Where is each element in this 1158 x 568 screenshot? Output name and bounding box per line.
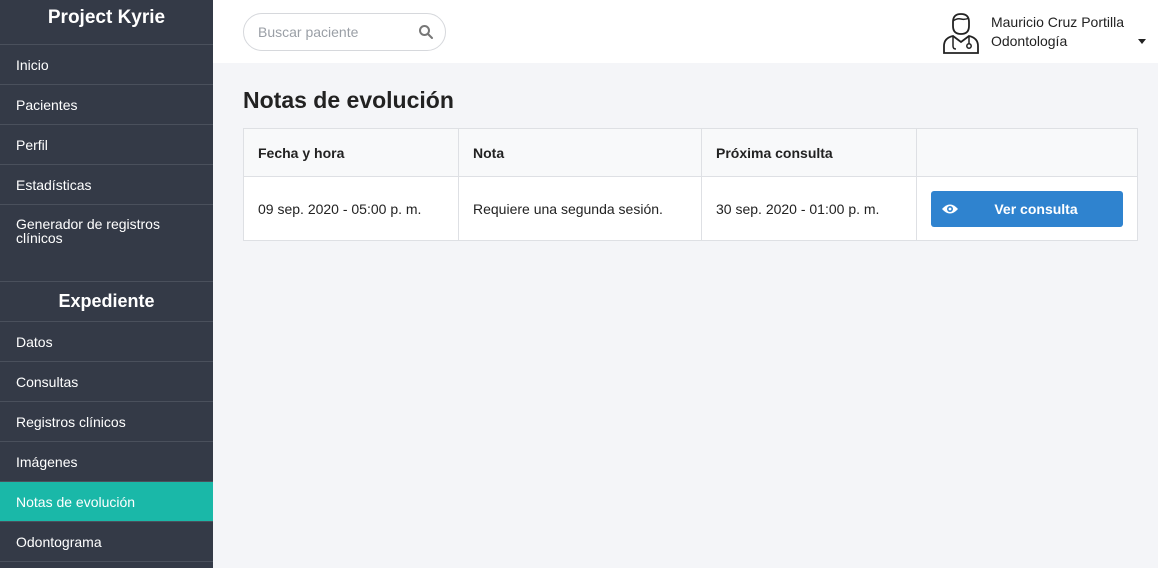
caret-down-icon[interactable] <box>1138 39 1146 44</box>
column-header-next: Próxima consulta <box>701 128 917 177</box>
sidebar-item-notas-evolucion[interactable]: Notas de evolución <box>0 482 213 522</box>
view-consultation-label: Ver consulta <box>994 200 1078 217</box>
page-title: Notas de evolución <box>243 87 454 113</box>
cell-note: Requiere una segunda sesión. <box>458 176 702 241</box>
sidebar-item-perfil[interactable]: Perfil <box>0 125 213 165</box>
doctor-avatar-icon <box>943 12 979 54</box>
sidebar-item-consultas[interactable]: Consultas <box>0 362 213 402</box>
sidebar-item-odontograma[interactable]: Odontograma <box>0 522 213 562</box>
brand-title: Project Kyrie <box>0 0 213 45</box>
content-area: Notas de evolución Fecha y hora Nota Pró… <box>213 63 1158 241</box>
sidebar-item-registros-clinicos[interactable]: Registros clínicos <box>0 402 213 442</box>
column-header-date: Fecha y hora <box>243 128 459 177</box>
sidebar: Project Kyrie Inicio Pacientes Perfil Es… <box>0 0 213 568</box>
column-header-actions <box>916 128 1138 177</box>
search-box <box>243 12 446 51</box>
column-header-note: Nota <box>458 128 702 177</box>
sidebar-item-datos[interactable]: Datos <box>0 322 213 362</box>
sidebar-item-generador[interactable]: Generador de registros clínicos <box>0 205 213 282</box>
user-menu[interactable]: Mauricio Cruz Portilla Odontología <box>941 10 1146 54</box>
sidebar-item-inicio[interactable]: Inicio <box>0 45 213 85</box>
eye-icon <box>942 204 958 213</box>
cell-next: 30 sep. 2020 - 01:00 p. m. <box>701 176 917 241</box>
user-name: Mauricio Cruz Portilla <box>990 13 1124 30</box>
main-area: Mauricio Cruz Portilla Odontología Notas… <box>213 0 1158 568</box>
table-header-row: Fecha y hora Nota Próxima consulta <box>243 128 1138 177</box>
section-title-expediente: Expediente <box>0 282 213 322</box>
sidebar-item-pacientes[interactable]: Pacientes <box>0 85 213 125</box>
search-icon[interactable] <box>418 24 434 40</box>
sidebar-item-estadisticas[interactable]: Estadísticas <box>0 165 213 205</box>
cell-date: 09 sep. 2020 - 05:00 p. m. <box>243 176 459 241</box>
sidebar-item-imagenes[interactable]: Imágenes <box>0 442 213 482</box>
user-specialty: Odontología <box>990 32 1068 49</box>
top-bar: Mauricio Cruz Portilla Odontología <box>213 0 1158 63</box>
user-info: Mauricio Cruz Portilla Odontología <box>991 13 1124 51</box>
cell-actions: Ver consulta <box>917 177 1138 241</box>
evolution-notes-table: Fecha y hora Nota Próxima consulta 09 se… <box>243 128 1138 241</box>
app: Project Kyrie Inicio Pacientes Perfil Es… <box>0 0 1158 568</box>
search-input[interactable] <box>244 23 409 40</box>
view-consultation-button[interactable]: Ver consulta <box>931 190 1123 227</box>
table-row: 09 sep. 2020 - 05:00 p. m. Requiere una … <box>243 176 1138 241</box>
